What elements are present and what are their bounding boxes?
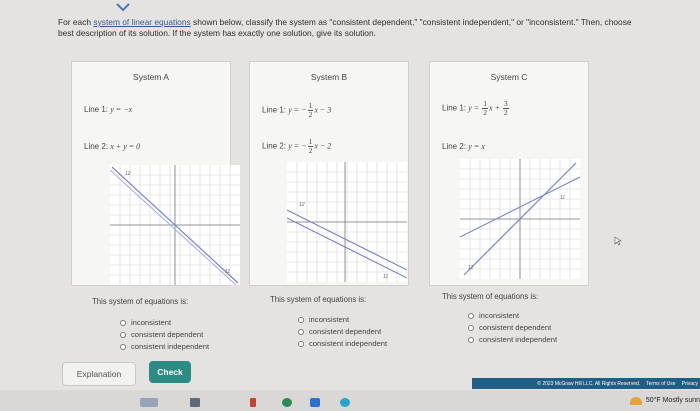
system-a-option-consistent-independent[interactable]: consistent independent — [120, 342, 209, 351]
taskbar-app-icon[interactable] — [282, 398, 292, 407]
copyright-text: © 2023 McGraw Hill LLC. All Rights Reser… — [537, 380, 641, 387]
system-a-panel: System A Line 1: y = −x Line 2: x + y = … — [71, 61, 240, 351]
system-a-option-consistent-dependent[interactable]: consistent dependent — [120, 330, 203, 339]
system-c-option-inconsistent[interactable]: inconsistent — [468, 311, 519, 320]
radio-icon[interactable] — [120, 331, 126, 338]
graph-label-line1: 11 — [383, 274, 389, 280]
privacy-link[interactable]: Privacy — [682, 381, 698, 387]
system-a-option-inconsistent[interactable]: inconsistent — [120, 318, 171, 327]
fraction: 12 — [482, 99, 488, 117]
graph-label-line1: 11 — [225, 269, 231, 275]
system-b-option-consistent-dependent[interactable]: consistent dependent — [298, 327, 381, 336]
system-c-line2: Line 2: y = x — [442, 142, 485, 151]
weather-text: 50°F Mostly sunn — [645, 397, 700, 404]
system-c-title: System C — [490, 72, 528, 82]
system-b-line2: Line 2: y = −1 2 x − 2 — [262, 137, 332, 155]
radio-icon[interactable] — [298, 316, 304, 323]
system-a-question: This system of equations is: — [92, 297, 189, 306]
system-c-option-consistent-dependent[interactable]: consistent dependent — [468, 323, 551, 332]
graph-label-line1: 11 — [560, 195, 566, 201]
system-c-option-consistent-independent[interactable]: consistent independent — [468, 335, 557, 344]
taskbar — [0, 390, 700, 411]
system-b-option-consistent-independent[interactable]: consistent independent — [298, 339, 387, 348]
system-a-title: System A — [133, 72, 169, 82]
check-button[interactable]: Check — [149, 361, 191, 383]
system-a-line1: Line 1: y = −x — [84, 105, 133, 114]
system-c-line1: Line 1: y = 12x + 32 — [442, 99, 509, 117]
graph-label-line2: 12 — [299, 202, 305, 208]
system-b-panel: System B Line 1: y = −1 2 x − 3 Line 2: y … — [249, 61, 409, 348]
taskbar-app-icon[interactable] — [250, 398, 256, 407]
system-c-question: This system of equations is: — [442, 292, 539, 301]
glossary-link[interactable]: system of linear equations — [93, 17, 190, 27]
taskbar-app-icon[interactable] — [310, 398, 320, 407]
footer-bar: © 2023 McGraw Hill LLC. All Rights Reser… — [472, 378, 700, 389]
system-b-line1: Line 1: y = −1 2 x − 3 — [262, 101, 332, 119]
system-a-line2: Line 2: x + y = 0 — [84, 142, 141, 151]
radio-icon[interactable] — [468, 336, 474, 343]
instructions: For each system of linear equations show… — [58, 17, 632, 38]
fraction: 12 — [307, 101, 314, 119]
system-b-question: This system of equations is: — [270, 295, 367, 304]
taskbar-app-icon[interactable] — [140, 398, 158, 407]
sun-icon — [629, 396, 642, 405]
system-c-graph[interactable]: 12 11 — [459, 159, 581, 279]
system-b-graph[interactable]: 12 11 — [286, 162, 408, 282]
graph-label-line2: 12 — [125, 171, 131, 177]
radio-icon[interactable] — [468, 312, 474, 319]
system-c-panel: System C Line 1: y = 12x + 32 Line 2: y … — [429, 61, 589, 344]
taskbar-app-icon[interactable] — [190, 398, 200, 407]
fraction: 12 — [307, 137, 314, 155]
system-b-option-inconsistent[interactable]: inconsistent — [298, 315, 349, 324]
weather-widget[interactable]: 50°F Mostly sunn — [625, 390, 700, 411]
cursor-icon — [614, 236, 622, 246]
radio-icon[interactable] — [120, 319, 126, 326]
taskbar-app-icon[interactable] — [340, 398, 350, 407]
explanation-button[interactable]: Explanation — [62, 362, 136, 386]
graph-label-line2: 12 — [468, 265, 474, 271]
system-a-graph[interactable]: 12 11 — [109, 165, 240, 286]
radio-icon[interactable] — [120, 343, 126, 350]
radio-icon[interactable] — [298, 340, 304, 347]
terms-link[interactable]: Terms of Use — [646, 381, 675, 387]
radio-icon[interactable] — [298, 328, 304, 335]
radio-icon[interactable] — [468, 324, 474, 331]
system-b-title: System B — [310, 72, 348, 82]
fraction: 32 — [502, 99, 509, 117]
chevron-down-icon[interactable] — [114, 0, 132, 14]
